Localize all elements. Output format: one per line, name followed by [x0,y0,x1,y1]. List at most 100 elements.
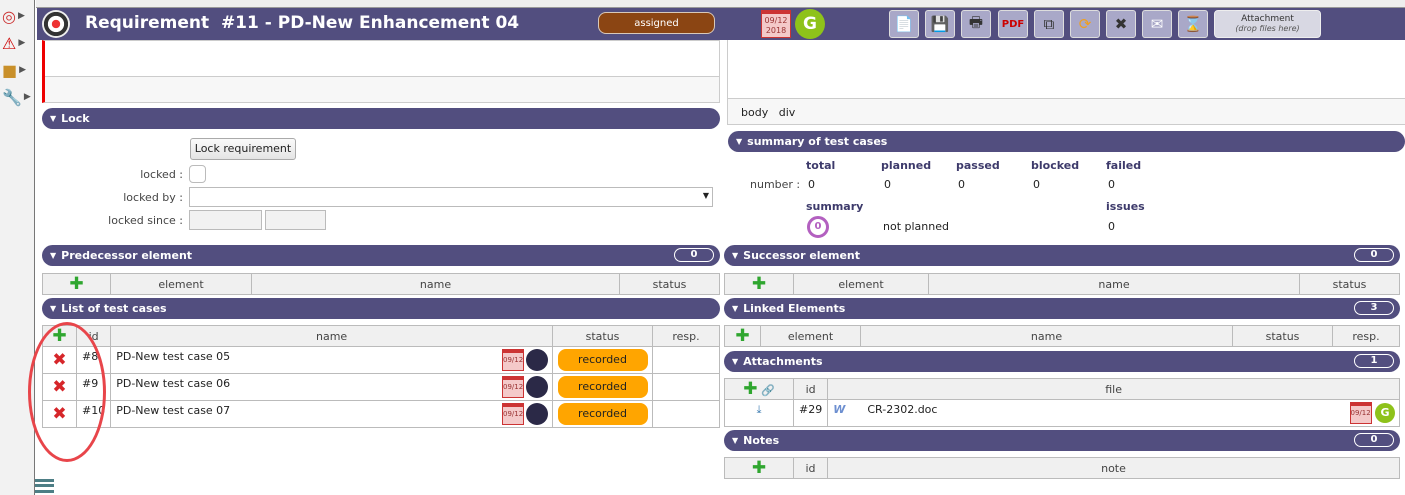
hourglass-icon: ⌛ [1183,15,1203,33]
row-name[interactable]: PD-New test case 06 [116,377,230,390]
summary-status-icon: 0 [807,216,829,238]
add-link-icon[interactable]: 🔗 [761,384,775,397]
calendar-icon: 09/12 [502,349,524,371]
products-menu[interactable]: ■ ▶ [2,59,32,81]
collapse-icon: ▼ [50,251,57,260]
requirements-menu[interactable]: ◎ ▶ [2,5,32,27]
section-title: Successor element [743,249,861,262]
summary-col-planned: planned [881,159,932,172]
add-predecessor-button[interactable]: ✚ [42,273,111,295]
attachment-hint: (drop files here) [1235,24,1300,33]
tools-menu[interactable]: 🔧 ▶ [2,86,32,108]
result-editor[interactable]: body div [727,40,1405,125]
locked-since-date[interactable] [189,210,262,230]
risks-menu[interactable]: ⚠ ▶ [2,32,32,54]
locked-checkbox[interactable] [189,165,206,183]
table-row[interactable]: ✖ #9 PD-New test case 06 09/12 recorded [42,373,720,401]
attachments-section-header[interactable]: ▼ Attachments 1 [724,351,1400,372]
print-button[interactable]: 🖶 [961,10,991,38]
new-document-icon: 📄 [894,15,914,33]
refresh-button[interactable]: ⟳ [1070,10,1100,38]
col-id: id [793,457,828,479]
close-icon: ✖ [1114,15,1128,33]
locked-since-time[interactable] [265,210,326,230]
copy-button[interactable]: ⧉ [1034,10,1064,38]
red-highlight-ellipse [28,322,106,462]
predecessor-table: ✚ element name status [42,273,720,295]
predecessor-section-header[interactable]: ▼ Predecessor element 0 [42,245,720,266]
locked-label: locked : [140,168,183,181]
download-icon: ⤓ [756,403,762,416]
lock-requirement-button[interactable]: Lock requirement [190,138,296,160]
locked-by-label: locked by : [123,191,183,204]
plus-icon: ✚ [751,457,767,478]
collapse-icon: ▼ [732,357,739,366]
successor-section-header[interactable]: ▼ Successor element 0 [724,245,1400,266]
collapse-icon: ▼ [50,304,57,313]
linked-section-header[interactable]: ▼ Linked Elements 3 [724,298,1400,319]
editor-path-div[interactable]: div [779,106,796,119]
pdf-button[interactable]: PDF [998,10,1028,38]
col-name: name [860,325,1233,347]
status-badge[interactable]: assigned [598,12,715,34]
wrench-icon: 🔧 [2,87,22,107]
section-title: List of test cases [61,302,167,315]
count-badge: 3 [1354,301,1394,315]
add-note-button[interactable]: ✚ [724,457,794,479]
summary-value: not planned [883,220,949,233]
summary-section-header[interactable]: ▼ summary of test cases [728,131,1405,152]
col-id: id [792,378,829,400]
col-status: status [1232,325,1333,347]
mail-icon: ✉ [1150,15,1164,33]
editor-path-body[interactable]: body [741,106,768,119]
plus-icon: ✚ [735,325,750,346]
row-name[interactable]: PD-New test case 07 [116,404,230,417]
section-title: Lock [61,112,90,125]
add-successor-button[interactable]: ✚ [724,273,794,295]
add-linked-button[interactable]: ✚ [724,325,761,347]
delete-button[interactable]: ✖ [1106,10,1136,38]
attachment-label: Attachment [1241,14,1294,24]
requirement-target-icon [42,10,70,38]
count-badge: 0 [1354,248,1394,262]
number-label: number : [750,178,801,191]
plus-icon: ✚ [69,273,84,294]
test-cases-section-header[interactable]: ▼ List of test cases [42,298,720,319]
notes-section-header[interactable]: ▼ Notes 0 [724,430,1400,451]
section-title: Predecessor element [61,249,193,262]
locked-by-select[interactable]: ▼ [189,187,713,207]
attachment-drop-button[interactable]: Attachment (drop files here) [1214,10,1321,38]
row-id: #29 [792,399,829,427]
collapse-icon: ▼ [732,251,739,260]
save-icon: 💾 [930,15,950,33]
row-name[interactable]: PD-New test case 05 [116,350,230,363]
lock-section-header[interactable]: ▼ Lock [42,108,720,129]
history-button[interactable]: ⌛ [1178,10,1208,38]
table-row[interactable]: ⤓ #29 W CR-2302.doc 09/12 G [724,399,1400,427]
table-row[interactable]: ✖ #8 PD-New test case 05 09/12 recorded [42,346,720,374]
chevron-right-icon: ▶ [23,92,31,102]
chevron-right-icon: ▶ [18,38,26,48]
avatar [526,376,548,398]
file-name[interactable]: CR-2302.doc [867,403,937,416]
planned-value: 0 [884,178,891,191]
section-title: Notes [743,434,780,447]
chevron-down-icon: ▼ [702,191,709,200]
count-badge: 0 [1354,433,1394,447]
count-badge: 1 [1354,354,1394,368]
top-strip [36,0,1405,8]
col-resp: resp. [652,325,720,347]
add-attachment-button[interactable]: ✚ [743,379,757,399]
col-status: status [1299,273,1400,295]
email-button[interactable]: ✉ [1142,10,1172,38]
save-button[interactable]: 💾 [925,10,955,38]
issues-label: issues [1106,200,1145,213]
row-resp [652,346,720,374]
hamburger-menu-icon[interactable] [35,479,54,493]
table-row[interactable]: ✖ #10 PD-New test case 07 09/12 recorded [42,400,720,428]
col-element: element [760,325,861,347]
description-editor[interactable] [42,40,720,103]
download-button[interactable]: ⤓ [724,399,794,427]
new-copy-button[interactable]: 📄 [889,10,919,38]
avatar [526,403,548,425]
